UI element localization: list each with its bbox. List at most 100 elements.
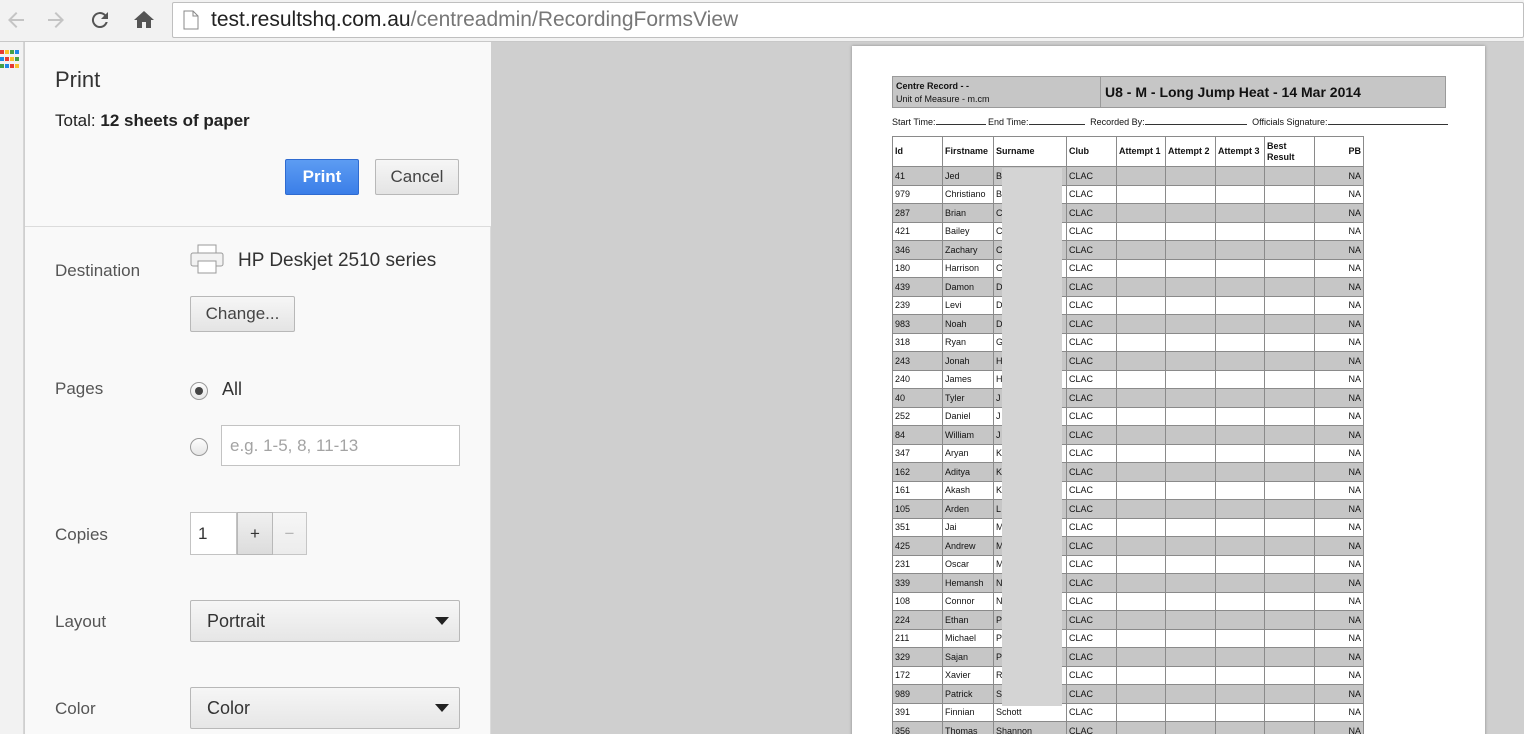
table-cell xyxy=(1165,665,1216,685)
table-cell: 351 xyxy=(892,517,943,537)
table-cell: 979 xyxy=(892,184,943,204)
table-cell xyxy=(1264,277,1315,297)
table-cell: William xyxy=(942,425,994,445)
table-cell xyxy=(1165,406,1216,426)
table-cell: CLAC xyxy=(1066,610,1117,630)
table-cell: CLAC xyxy=(1066,166,1117,186)
pages-custom-radio[interactable] xyxy=(190,438,208,456)
table-cell: Akash xyxy=(942,480,994,500)
table-cell xyxy=(1215,351,1265,371)
reload-icon[interactable] xyxy=(86,6,114,34)
table-cell: 41 xyxy=(892,166,943,186)
table-cell: 40 xyxy=(892,388,943,408)
table-cell xyxy=(1116,425,1166,445)
table-cell xyxy=(1264,166,1315,186)
table-cell xyxy=(1165,480,1216,500)
table-cell xyxy=(1165,351,1216,371)
table-cell xyxy=(1116,628,1166,648)
copies-input[interactable] xyxy=(190,512,237,555)
column-header: PB xyxy=(1314,136,1364,167)
address-bar[interactable]: test.resultshq.com.au/centreadmin/Record… xyxy=(172,2,1524,38)
table-cell xyxy=(1116,665,1166,685)
url-path: /centreadmin/RecordingFormsView xyxy=(410,8,739,31)
table-cell: 105 xyxy=(892,499,943,519)
table-cell: 180 xyxy=(892,258,943,278)
column-header: Club xyxy=(1066,136,1117,167)
redaction-block xyxy=(1002,168,1062,706)
table-body: 41 Jed B CLAC NA 979 Christiano B CLAC NA 287 Brian… xyxy=(892,166,1364,734)
url-host: test.resultshq.com.au xyxy=(211,8,411,31)
table-cell xyxy=(1215,721,1265,734)
table-cell xyxy=(1264,665,1315,685)
table-cell xyxy=(1215,258,1265,278)
signature-line: Start Time: End Time: Recorded By: Offic… xyxy=(892,116,1448,127)
table-row: 161 Akash K CLAC NA xyxy=(892,480,1364,500)
color-select[interactable]: Color xyxy=(190,687,460,729)
table-cell: CLAC xyxy=(1066,277,1117,297)
table-cell xyxy=(1116,480,1166,500)
table-row: 421 Bailey C CLAC NA xyxy=(892,221,1364,241)
table-cell: CLAC xyxy=(1066,406,1117,426)
table-cell: NA xyxy=(1314,203,1364,223)
table-cell: 243 xyxy=(892,351,943,371)
forward-arrow-icon[interactable] xyxy=(42,6,70,34)
table-cell xyxy=(1264,517,1315,537)
table-cell xyxy=(1215,443,1265,463)
dropdown-caret-icon xyxy=(435,704,449,712)
table-cell xyxy=(1165,277,1216,297)
table-cell xyxy=(1116,443,1166,463)
pages-range-input[interactable] xyxy=(221,425,460,466)
table-cell: Jonah xyxy=(942,351,994,371)
color-label: Color xyxy=(55,699,96,718)
table-cell xyxy=(1165,647,1216,667)
table-cell: Aryan xyxy=(942,443,994,463)
table-cell xyxy=(1116,221,1166,241)
table-cell xyxy=(1264,443,1315,463)
layout-select[interactable]: Portrait xyxy=(190,600,460,642)
table-cell: CLAC xyxy=(1066,499,1117,519)
print-title: Print xyxy=(55,67,101,92)
table-cell: NA xyxy=(1314,351,1364,371)
table-cell xyxy=(1215,480,1265,500)
column-header: Surname xyxy=(993,136,1067,167)
table-cell xyxy=(1116,554,1166,574)
table-cell xyxy=(1116,314,1166,334)
home-icon[interactable] xyxy=(130,6,158,34)
back-arrow-icon[interactable] xyxy=(2,6,30,34)
event-title: U8 - M - Long Jump Heat - 14 Mar 2014 xyxy=(1101,76,1446,108)
table-cell: 224 xyxy=(892,610,943,630)
table-cell xyxy=(1264,591,1315,611)
centre-record: Centre Record - - xyxy=(896,81,970,91)
table-row: 240 James H CLAC NA xyxy=(892,369,1364,389)
cancel-button[interactable]: Cancel xyxy=(375,159,459,195)
table-cell xyxy=(1264,258,1315,278)
dropdown-caret-icon xyxy=(435,617,449,625)
table-cell: CLAC xyxy=(1066,702,1117,722)
table-cell: NA xyxy=(1314,647,1364,667)
table-cell xyxy=(1116,203,1166,223)
table-cell xyxy=(1264,184,1315,204)
table-row: 351 Jai M CLAC NA xyxy=(892,517,1364,537)
printer-icon xyxy=(190,244,224,274)
print-button[interactable]: Print xyxy=(285,159,359,195)
pages-all-radio[interactable] xyxy=(190,382,208,400)
print-header: Print Total: 12 sheets of paper Print Ca… xyxy=(25,42,491,227)
copies-decrement-button[interactable]: − xyxy=(273,512,307,555)
table-row: 84 William J CLAC NA xyxy=(892,425,1364,445)
table-cell: NA xyxy=(1314,240,1364,260)
column-header: Attempt 2 xyxy=(1165,136,1216,167)
table-cell: 161 xyxy=(892,480,943,500)
table-cell: CLAC xyxy=(1066,480,1117,500)
table-cell xyxy=(1165,517,1216,537)
table-cell xyxy=(1116,573,1166,593)
table-row: 162 Aditya K CLAC NA xyxy=(892,462,1364,482)
change-destination-button[interactable]: Change... xyxy=(190,296,295,332)
table-cell: NA xyxy=(1314,295,1364,315)
copies-increment-button[interactable]: + xyxy=(237,512,273,555)
table-cell xyxy=(1264,480,1315,500)
apps-grid-icon[interactable] xyxy=(0,50,20,70)
print-preview[interactable]: Centre Record - - Unit of Measure - m.cm… xyxy=(491,42,1524,734)
table-cell: 239 xyxy=(892,295,943,315)
table-row: 108 Connor N CLAC NA xyxy=(892,591,1364,611)
table-row: 318 Ryan G CLAC NA xyxy=(892,332,1364,352)
